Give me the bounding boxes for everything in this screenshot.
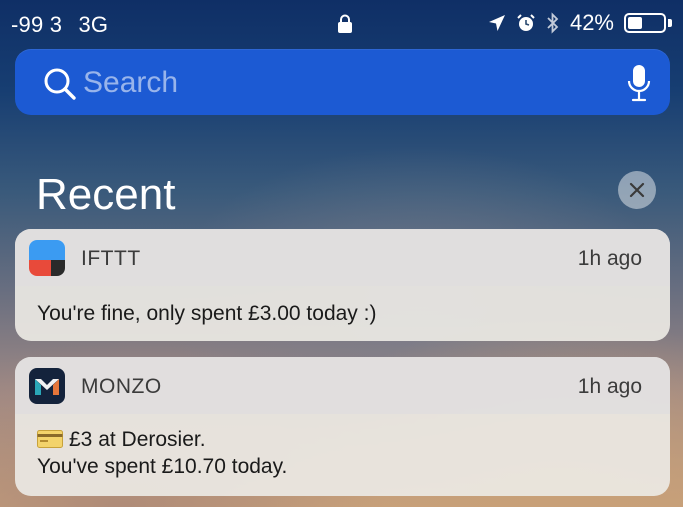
- lock-icon: [338, 14, 352, 33]
- close-icon: [629, 182, 645, 198]
- monzo-icon: [29, 368, 65, 404]
- credit-card-icon: [37, 430, 63, 448]
- app-name: IFTTT: [81, 247, 141, 270]
- network-type: 3G: [78, 12, 109, 37]
- carrier-signal: -99 3 3G: [11, 12, 108, 38]
- microphone-icon[interactable]: [626, 63, 652, 103]
- notification-message-line2: You've spent £10.70 today.: [37, 455, 288, 478]
- clear-notifications-button[interactable]: [618, 171, 656, 209]
- search-input[interactable]: [81, 63, 605, 103]
- recent-title: Recent: [36, 170, 176, 219]
- alarm-clock-icon: [517, 14, 535, 31]
- notification-time: 1h ago: [577, 375, 642, 398]
- notification-message: £3 at Derosier.: [69, 428, 206, 451]
- notification-card-ifttt[interactable]: IFTTT 1h ago You're fine, only spent £3.…: [15, 229, 670, 341]
- status-icons: 42%: [488, 10, 672, 36]
- signal-strength: -99 3: [11, 12, 63, 37]
- notification-card-monzo[interactable]: MONZO 1h ago £3 at Derosier. You've spen…: [15, 357, 670, 496]
- battery-icon: [624, 13, 672, 33]
- notification-header: IFTTT 1h ago: [15, 229, 670, 286]
- battery-percent: 42%: [569, 10, 614, 35]
- notification-body: You're fine, only spent £3.00 today :): [15, 286, 670, 327]
- location-arrow-icon: [488, 15, 505, 31]
- notification-time: 1h ago: [577, 247, 642, 270]
- search-icon: [44, 68, 76, 100]
- bluetooth-icon: [547, 12, 559, 34]
- battery-fill: [628, 17, 642, 29]
- notification-body: £3 at Derosier. You've spent £10.70 toda…: [15, 414, 670, 480]
- notification-header: MONZO 1h ago: [15, 357, 670, 414]
- app-name: MONZO: [81, 375, 162, 398]
- status-bar: -99 3 3G 42%: [0, 0, 683, 46]
- ifttt-icon: [29, 240, 65, 276]
- notification-message: You're fine, only spent £3.00 today :): [37, 302, 377, 325]
- search-bar[interactable]: [15, 49, 670, 115]
